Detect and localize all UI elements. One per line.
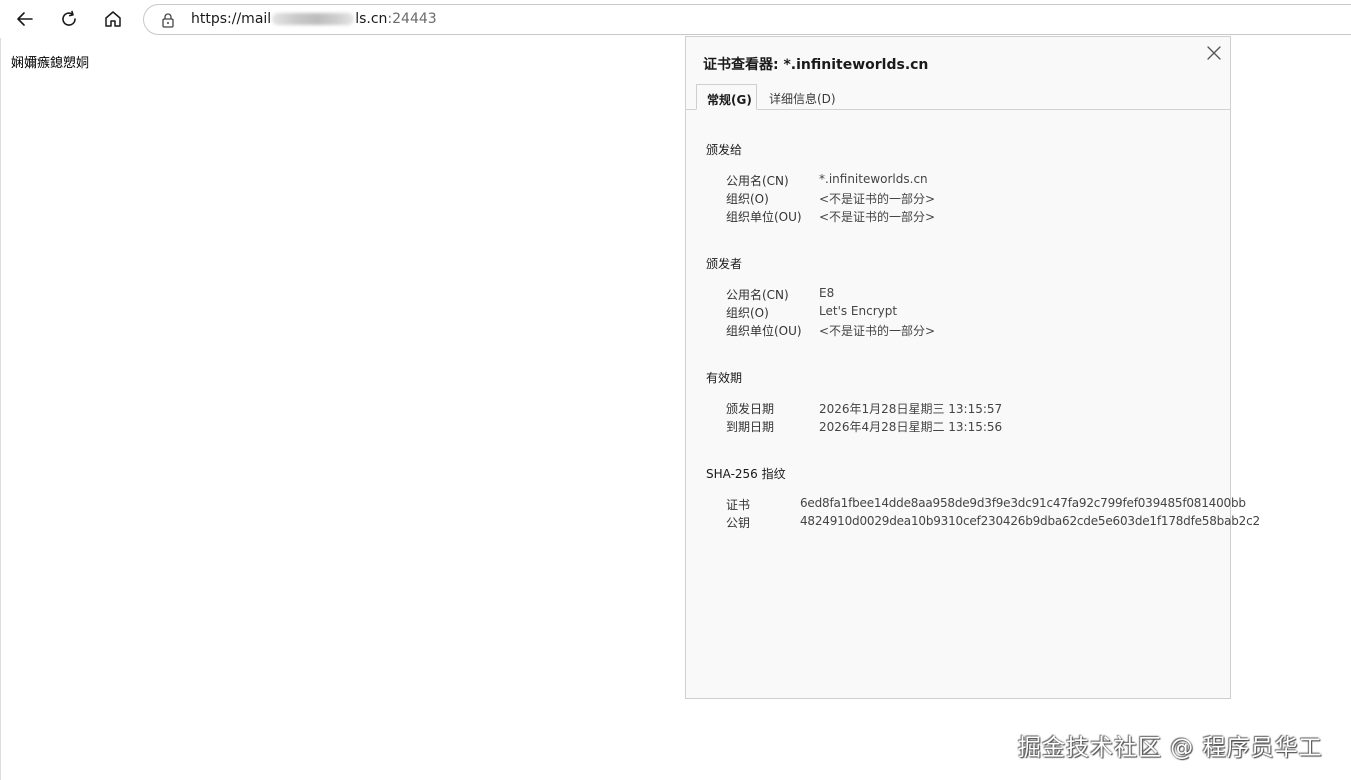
fingerprint-heading: SHA-256 指纹 (706, 467, 786, 481)
url-end: ls.cn (355, 11, 388, 27)
arrow-left-icon (17, 12, 33, 26)
url-redacted-blur (272, 13, 355, 25)
expiry-date-value: 2026年4月28日星期二 13:15:56 (819, 420, 1003, 434)
issued-to-heading: 颁发给 (706, 143, 743, 157)
issued-to-o-value: <不是证书的一部分> (819, 192, 936, 206)
issued-by-heading: 颁发者 (706, 257, 743, 271)
url-text[interactable]: https://mail ls.cn:24443 (191, 11, 437, 27)
issue-date-value: 2026年1月28日星期三 13:15:57 (819, 402, 1003, 416)
issued-by-ou-label: 组织单位(OU) (726, 324, 802, 338)
address-bar[interactable]: https://mail ls.cn:24443 (143, 4, 1351, 35)
issued-to-cn-label: 公用名(CN) (726, 174, 789, 188)
issued-by-ou-value: <不是证书的一部分> (819, 324, 936, 338)
back-button[interactable] (11, 5, 39, 33)
reload-button[interactable] (55, 5, 83, 33)
home-icon (105, 11, 121, 27)
watermark: 掘金技术社区 @ 程序员华工 (1018, 735, 1323, 761)
issued-to-ou-value: <不是证书的一部分> (819, 210, 936, 224)
issue-date-label: 颁发日期 (726, 402, 775, 416)
certificate-viewer-dialog: 证书查看器: *.infiniteworlds.cn 常规(G) 详细信息(D)… (685, 36, 1260, 699)
tab-divider (686, 109, 1230, 110)
expiry-date-label: 到期日期 (726, 420, 775, 434)
issued-by-o-label: 组织(O) (726, 306, 769, 320)
cert-fingerprint-value: 6ed8fa1fbee14dde8aa958de9d3f9e3dc91c47fa… (800, 496, 1246, 510)
issued-by-o-value: Let's Encrypt (819, 304, 898, 318)
url-port: :24443 (387, 11, 437, 27)
close-icon[interactable] (1206, 45, 1222, 61)
issued-to-cn-value: *.infiniteworlds.cn (819, 172, 928, 186)
pubkey-fingerprint-value: 4824910d0029dea10b9310cef230426b9dba62cd… (800, 514, 1260, 528)
url-start: https://mail (191, 11, 272, 27)
issued-by-cn-value: E8 (819, 286, 835, 300)
page-garbled-text: 娴嬭瘯鎴愬姛 (11, 56, 90, 71)
home-button[interactable] (99, 5, 127, 33)
browser-toolbar: https://mail ls.cn:24443 (0, 0, 1351, 38)
cert-fingerprint-label: 证书 (726, 498, 751, 512)
dialog-title: 证书查看器: *.infiniteworlds.cn (703, 57, 929, 73)
validity-heading: 有效期 (706, 371, 743, 385)
lock-icon[interactable] (160, 12, 176, 28)
refresh-icon (62, 10, 76, 26)
pubkey-fingerprint-label: 公钥 (726, 516, 751, 530)
issued-by-cn-label: 公用名(CN) (726, 288, 789, 302)
tab-general[interactable]: 常规(G) (696, 84, 757, 110)
issued-to-ou-label: 组织单位(OU) (726, 210, 802, 224)
issued-to-o-label: 组织(O) (726, 192, 769, 206)
tab-details[interactable]: 详细信息(D) (759, 84, 846, 110)
